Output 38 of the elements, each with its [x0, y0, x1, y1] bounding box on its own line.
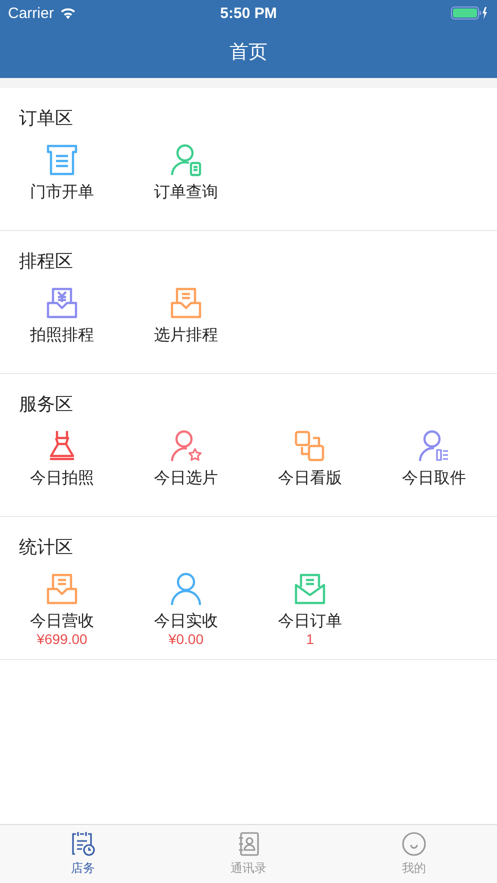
tray-doc-icon[interactable] [45, 572, 79, 606]
section-title: 排程区 [18, 251, 74, 273]
shortcut-label: 拍照排程 [30, 325, 94, 345]
person-list-icon[interactable] [417, 429, 451, 463]
stat-value: ¥699.00 [36, 631, 88, 647]
person-icon[interactable] [169, 572, 203, 606]
section-title: 服务区 [18, 394, 74, 416]
face-icon [401, 831, 428, 857]
receipt-icon[interactable] [45, 143, 79, 177]
tab-button[interactable]: 店务 [0, 825, 166, 883]
calendar-icon [70, 831, 96, 857]
tab-button[interactable]: 我的 [331, 825, 497, 883]
envelope-icon[interactable] [293, 572, 327, 606]
shortcut-label: 今日实收 [154, 611, 218, 631]
tab-button[interactable]: 通讯录 [166, 825, 332, 883]
squares-icon[interactable] [293, 429, 327, 463]
battery-icon [451, 6, 489, 20]
page-title: 首页 [230, 40, 268, 65]
wifi-icon [60, 7, 76, 19]
shortcut-label: 今日营收 [30, 611, 94, 631]
shortcut-label: 今日取件 [402, 468, 466, 488]
carrier-label: Carrier [8, 4, 54, 22]
stat-value: 1 [306, 631, 314, 647]
status-time: 5:50 PM [220, 4, 277, 22]
shortcut-label: 今日选片 [154, 468, 218, 488]
shortcut-label: 选片排程 [154, 325, 218, 345]
tray-yen-icon[interactable] [45, 286, 79, 320]
tray-doc-icon[interactable] [169, 286, 203, 320]
section-title: 订单区 [18, 108, 74, 130]
shortcut-label: 今日拍照 [30, 468, 94, 488]
person-star-icon[interactable] [169, 429, 203, 463]
section-title: 统计区 [18, 537, 74, 559]
shortcut-label: 门市开单 [30, 182, 94, 202]
person-doc-icon[interactable] [169, 143, 203, 177]
shortcut-label: 今日订单 [278, 611, 342, 631]
stat-value: ¥0.00 [168, 631, 204, 647]
shortcut-label: 今日看版 [278, 468, 342, 488]
shortcut-label: 订单查询 [154, 182, 218, 202]
